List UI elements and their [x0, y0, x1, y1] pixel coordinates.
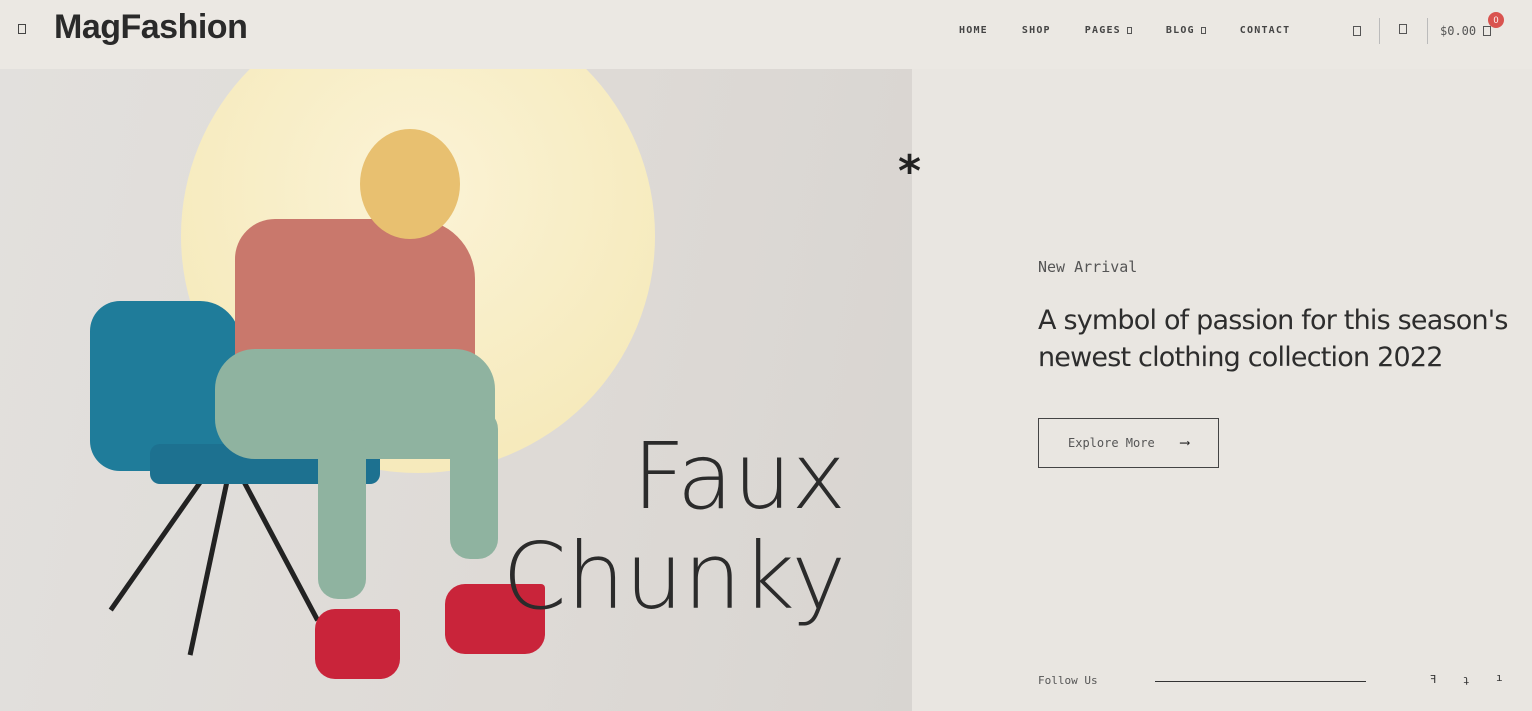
- hamburger-icon[interactable]: [18, 24, 26, 34]
- divider: [1379, 18, 1380, 44]
- cart-icon: [1483, 26, 1492, 36]
- hero-image: Faux Chunky: [0, 69, 912, 711]
- cart-count-badge: 0: [1488, 12, 1504, 28]
- chair-leg: [187, 478, 230, 656]
- twitter-icon[interactable]: ʇ: [1463, 673, 1470, 686]
- button-label: Explore More: [1068, 436, 1155, 450]
- nav-blog[interactable]: BLOG: [1166, 25, 1206, 36]
- model-leg: [450, 409, 498, 559]
- model-head: [360, 129, 460, 239]
- chair-leg: [240, 477, 320, 622]
- hero-overlay-line1: Faux: [632, 423, 846, 530]
- hero-headline: A symbol of passion for this season's ne…: [1038, 305, 1508, 373]
- nav-contact[interactable]: CONTACT: [1240, 25, 1291, 36]
- main-nav: HOME SHOP PAGES BLOG CONTACT: [959, 25, 1324, 36]
- arrow-right-icon: ⟶: [1180, 435, 1189, 451]
- facebook-icon[interactable]: ꟻ: [1430, 673, 1436, 686]
- red-heel: [315, 609, 400, 679]
- logo[interactable]: MagFashion: [54, 8, 248, 47]
- model-leg: [318, 429, 366, 599]
- asterisk-decoration: *: [898, 146, 922, 197]
- chair-leg: [108, 477, 205, 612]
- chevron-down-icon: [1200, 27, 1206, 34]
- nav-pages[interactable]: PAGES: [1085, 25, 1132, 36]
- new-arrival-tag: New Arrival: [1038, 258, 1138, 276]
- divider: [1427, 18, 1428, 44]
- search-icon[interactable]: [1353, 26, 1361, 36]
- instagram-icon[interactable]: ı: [1496, 671, 1503, 684]
- user-icon[interactable]: [1399, 24, 1407, 34]
- cart-total: $0.00: [1440, 24, 1477, 38]
- chevron-down-icon: [1126, 27, 1132, 34]
- divider-line: [1155, 681, 1366, 682]
- hero-overlay-line2: Chunky: [502, 523, 846, 630]
- explore-more-button[interactable]: Explore More ⟶: [1038, 418, 1219, 468]
- nav-home[interactable]: HOME: [959, 25, 988, 36]
- follow-us-label: Follow Us: [1038, 674, 1098, 687]
- nav-shop[interactable]: SHOP: [1022, 25, 1051, 36]
- header: MagFashion HOME SHOP PAGES BLOG CONTACT …: [0, 0, 1532, 69]
- cart-button[interactable]: $0.00: [1440, 24, 1492, 38]
